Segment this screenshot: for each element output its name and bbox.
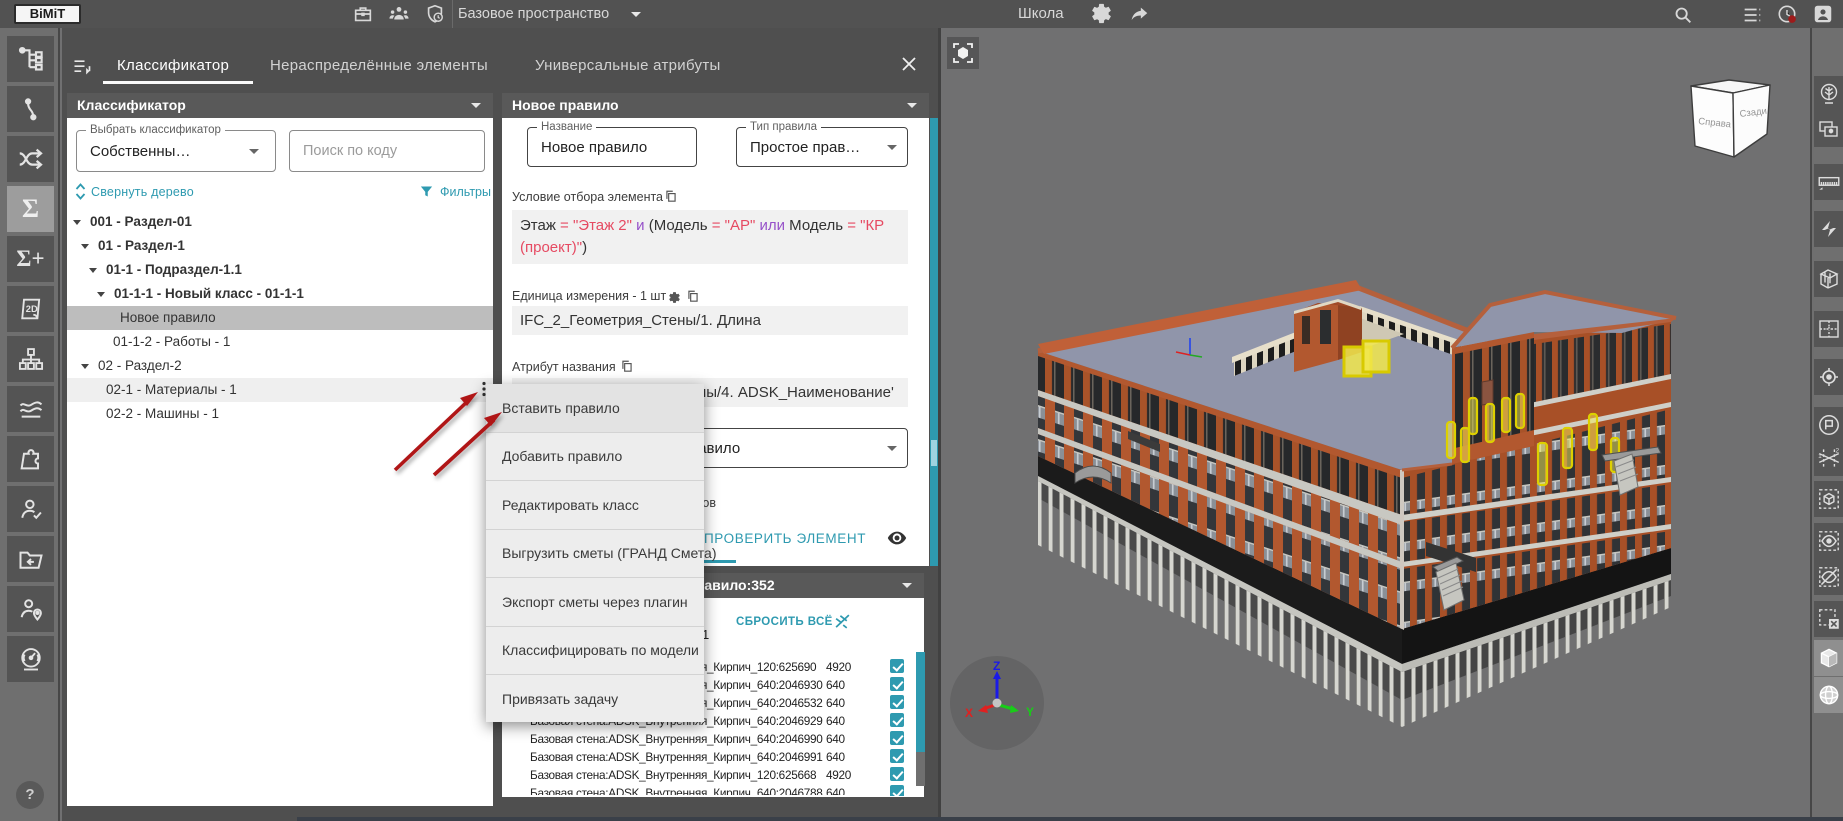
svg-text:1: 1 bbox=[1818, 453, 1822, 460]
svg-text:Z: Z bbox=[993, 659, 1000, 673]
svg-text:2D: 2D bbox=[25, 304, 37, 314]
svg-text:Y: Y bbox=[1026, 705, 1034, 719]
svg-text:X: X bbox=[965, 706, 973, 720]
svg-text:2: 2 bbox=[1835, 448, 1839, 455]
